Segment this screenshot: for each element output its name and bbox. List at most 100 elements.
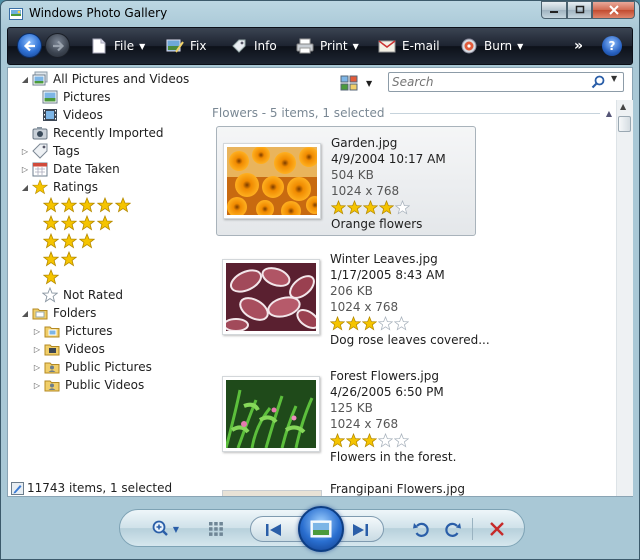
collapse-arrow-icon[interactable]: ◢ bbox=[20, 75, 30, 84]
actual-size-button[interactable] bbox=[206, 518, 226, 540]
filled-star-icon[interactable] bbox=[362, 316, 377, 331]
filled-star-icon[interactable] bbox=[61, 233, 77, 249]
filled-star-icon[interactable] bbox=[79, 233, 95, 249]
rotate-counterclockwise-button[interactable] bbox=[410, 518, 432, 540]
filled-star-icon[interactable] bbox=[61, 251, 77, 267]
photo-tile-forest-flowers[interactable]: Forest Flowers.jpg 4/26/2005 6:50 PM 125… bbox=[216, 360, 476, 470]
delete-button[interactable] bbox=[486, 518, 508, 540]
search-input[interactable] bbox=[392, 74, 582, 90]
expand-arrow-icon[interactable]: ▷ bbox=[32, 345, 42, 354]
scroll-up-arrow-icon[interactable]: ▲ bbox=[620, 102, 626, 111]
email-button[interactable]: E-mail bbox=[378, 28, 440, 64]
photo-tile-garden[interactable]: Garden.jpg 4/9/2004 10:17 AM 504 KB 1024… bbox=[216, 126, 476, 236]
filled-star-icon[interactable] bbox=[362, 433, 377, 448]
photo-caption[interactable]: Flowers in the forest. bbox=[330, 449, 456, 465]
fix-button[interactable]: Fix bbox=[166, 28, 206, 64]
nav-tags[interactable]: ▷ Tags bbox=[20, 142, 80, 160]
photo-thumbnail[interactable] bbox=[222, 259, 320, 335]
rating-filter-3-stars[interactable] bbox=[43, 232, 95, 250]
empty-star-icon[interactable] bbox=[395, 200, 410, 215]
close-button[interactable] bbox=[592, 1, 635, 19]
search-options-caret-icon[interactable]: ▼ bbox=[611, 74, 617, 83]
nav-recently-imported[interactable]: Recently Imported bbox=[32, 124, 164, 142]
photo-date[interactable]: 4/9/2004 10:17 AM bbox=[331, 151, 446, 167]
photo-caption[interactable]: Orange flowers bbox=[331, 216, 446, 232]
title-bar[interactable]: Windows Photo Gallery bbox=[1, 1, 639, 27]
nav-folders[interactable]: ◢ Folders bbox=[20, 304, 96, 322]
photo-rating[interactable] bbox=[331, 199, 446, 216]
filled-star-icon[interactable] bbox=[43, 197, 59, 213]
filled-star-icon[interactable] bbox=[43, 215, 59, 231]
filled-star-icon[interactable] bbox=[97, 197, 113, 213]
photo-thumbnail[interactable] bbox=[222, 490, 322, 496]
filled-star-icon[interactable] bbox=[115, 197, 131, 213]
expand-arrow-icon[interactable]: ▷ bbox=[32, 327, 42, 336]
nav-all-pictures-and-videos[interactable]: ◢ All Pictures and Videos bbox=[20, 70, 189, 88]
filled-star-icon[interactable] bbox=[346, 433, 361, 448]
photo-thumbnail[interactable] bbox=[222, 376, 320, 452]
filled-star-icon[interactable] bbox=[61, 197, 77, 213]
filled-star-icon[interactable] bbox=[330, 433, 345, 448]
photo-thumbnail[interactable] bbox=[223, 143, 321, 219]
photo-caption[interactable]: Dog rose leaves covered... bbox=[330, 332, 490, 348]
collapse-arrow-icon[interactable]: ◢ bbox=[20, 309, 30, 318]
maximize-button[interactable] bbox=[567, 1, 592, 19]
nav-date-taken[interactable]: ▷ Date Taken bbox=[20, 160, 120, 178]
filled-star-icon[interactable] bbox=[363, 200, 378, 215]
zoom-button[interactable]: ▼ bbox=[148, 518, 182, 540]
group-collapse-icon[interactable]: ▲ bbox=[606, 109, 612, 118]
photo-tile-frangipani-flowers[interactable]: Frangipani Flowers.jpg bbox=[216, 484, 476, 496]
filled-star-icon[interactable] bbox=[43, 251, 59, 267]
filled-star-icon[interactable] bbox=[79, 215, 95, 231]
expand-arrow-icon[interactable]: ▷ bbox=[32, 363, 42, 372]
minimize-button[interactable] bbox=[541, 1, 567, 19]
filled-star-icon[interactable] bbox=[346, 316, 361, 331]
play-slide-show-button[interactable] bbox=[298, 506, 344, 552]
collapse-arrow-icon[interactable]: ◢ bbox=[20, 183, 30, 192]
filled-star-icon[interactable] bbox=[330, 316, 345, 331]
filled-star-icon[interactable] bbox=[61, 215, 77, 231]
filled-star-icon[interactable] bbox=[43, 233, 59, 249]
nav-public-videos[interactable]: ▷ Public Videos bbox=[32, 376, 144, 394]
file-menu-button[interactable]: File ▼ bbox=[90, 28, 145, 64]
empty-star-icon[interactable] bbox=[394, 316, 409, 331]
burn-menu-button[interactable]: Burn ▼ bbox=[460, 28, 523, 64]
nav-folder-pictures[interactable]: ▷ Pictures bbox=[32, 322, 113, 340]
expand-arrow-icon[interactable]: ▷ bbox=[20, 147, 30, 156]
empty-star-icon[interactable] bbox=[378, 316, 393, 331]
photo-rating[interactable] bbox=[330, 315, 490, 332]
photo-filename[interactable]: Forest Flowers.jpg bbox=[330, 368, 456, 384]
photo-filename[interactable]: Winter Leaves.jpg bbox=[330, 251, 490, 267]
rating-filter-2-stars[interactable] bbox=[43, 250, 77, 268]
forward-button[interactable] bbox=[45, 33, 70, 58]
group-header[interactable]: Flowers - 5 items, 1 selected ▲ bbox=[212, 104, 612, 122]
expand-arrow-icon[interactable]: ▷ bbox=[20, 165, 30, 174]
filled-star-icon[interactable] bbox=[379, 200, 394, 215]
nav-videos[interactable]: Videos bbox=[42, 106, 103, 124]
photo-filename[interactable]: Garden.jpg bbox=[331, 135, 446, 151]
scrollbar-thumb[interactable] bbox=[618, 116, 631, 132]
filled-star-icon[interactable] bbox=[331, 200, 346, 215]
photo-tile-winter-leaves[interactable]: Winter Leaves.jpg 1/17/2005 8:43 AM 206 … bbox=[216, 243, 490, 353]
nav-ratings[interactable]: ◢ Ratings bbox=[20, 178, 98, 196]
nav-folder-videos[interactable]: ▷ Videos bbox=[32, 340, 105, 358]
expand-arrow-icon[interactable]: ▷ bbox=[32, 381, 42, 390]
filled-star-icon[interactable] bbox=[347, 200, 362, 215]
change-view-button[interactable]: ▼ bbox=[340, 74, 376, 92]
rating-filter-4-stars[interactable] bbox=[43, 214, 113, 232]
info-button[interactable]: Info bbox=[230, 28, 277, 64]
photo-filename[interactable]: Frangipani Flowers.jpg bbox=[330, 484, 465, 496]
photo-rating[interactable] bbox=[330, 432, 456, 449]
filled-star-icon[interactable] bbox=[43, 269, 59, 285]
search-icon[interactable] bbox=[591, 75, 605, 89]
back-button[interactable] bbox=[17, 33, 42, 58]
rating-filter-1-star[interactable] bbox=[43, 268, 59, 286]
print-menu-button[interactable]: Print ▼ bbox=[296, 28, 359, 64]
empty-star-icon[interactable] bbox=[378, 433, 393, 448]
nav-pictures[interactable]: Pictures bbox=[42, 88, 111, 106]
filled-star-icon[interactable] bbox=[79, 197, 95, 213]
nav-not-rated[interactable]: Not Rated bbox=[42, 286, 123, 304]
rating-filter-5-stars[interactable] bbox=[43, 196, 131, 214]
photo-date[interactable]: 1/17/2005 8:43 AM bbox=[330, 267, 490, 283]
empty-star-icon[interactable] bbox=[394, 433, 409, 448]
